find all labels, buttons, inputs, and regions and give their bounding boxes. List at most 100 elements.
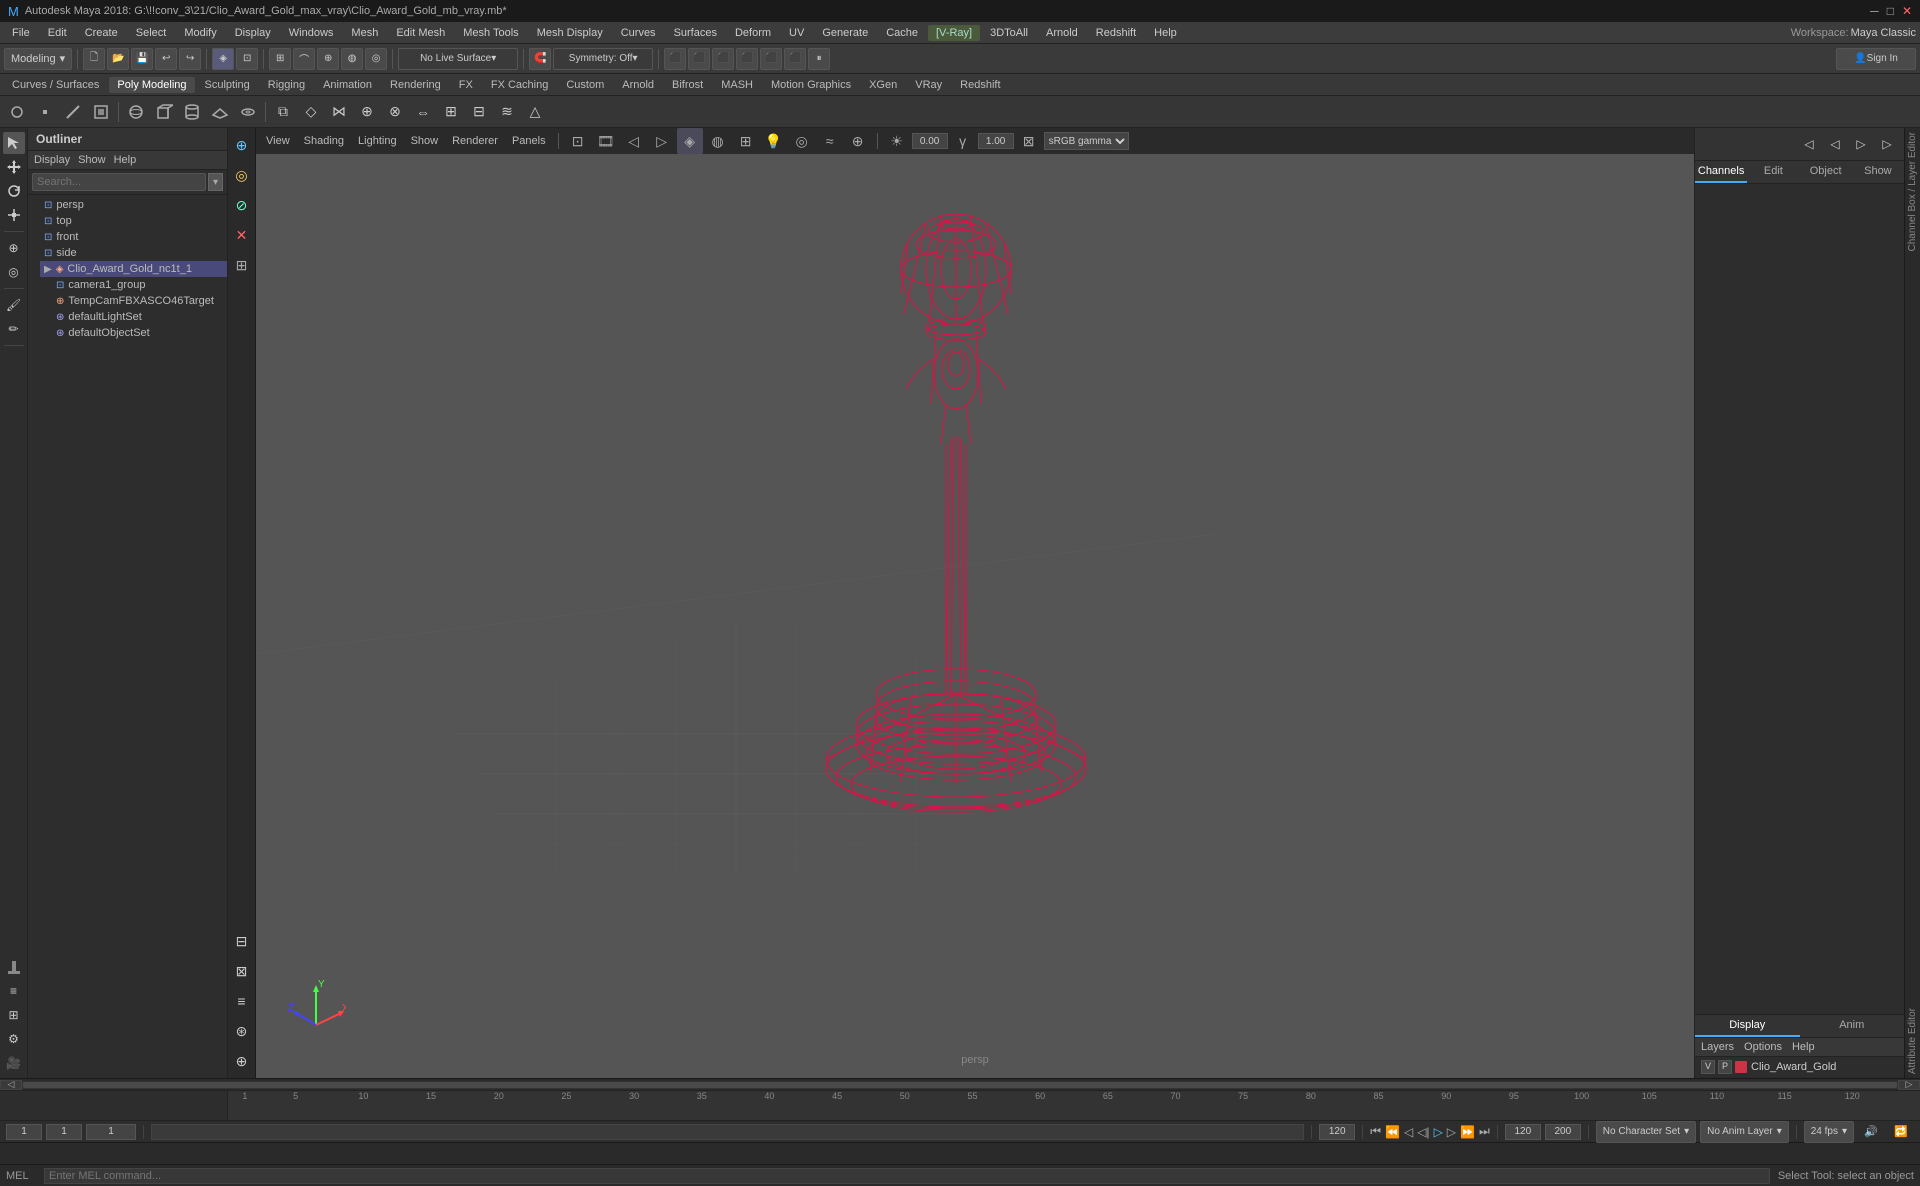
select-tool[interactable] [3, 132, 25, 154]
prev-frame-button[interactable]: ⏪ [1385, 1125, 1400, 1139]
outliner-item-top[interactable]: ⊡ top [40, 213, 227, 229]
max-frame-input[interactable] [1545, 1124, 1581, 1140]
menu-mesh-tools[interactable]: Mesh Tools [455, 25, 526, 41]
tab-mash[interactable]: MASH [713, 77, 761, 93]
triangulate-icon[interactable]: △ [522, 99, 548, 125]
vp-gamma-icon[interactable]: γ [950, 128, 976, 154]
play-back-button[interactable]: ◁| [1417, 1125, 1429, 1139]
rp-tab-edit[interactable]: Edit [1747, 161, 1799, 183]
search-input[interactable] [32, 173, 206, 191]
outliner-item-camera-group[interactable]: ⊡ camera1_group [52, 277, 227, 293]
timeline-scroll-left[interactable]: ◁ [0, 1080, 22, 1090]
tool-icon1[interactable]: ≡ [229, 988, 255, 1014]
radial-icon5[interactable]: ⊞ [229, 252, 255, 278]
outliner-content[interactable]: ⊡ persp ⊡ top ⊡ front ⊡ side ▶ ◈ Cli [28, 195, 227, 1078]
vp-mo-icon[interactable]: ⊕ [845, 128, 871, 154]
menu-generate[interactable]: Generate [814, 25, 876, 41]
range-slider[interactable] [151, 1124, 1304, 1140]
menu-deform[interactable]: Deform [727, 25, 779, 41]
tab-vray[interactable]: VRay [907, 77, 950, 93]
end-frame-input[interactable] [1319, 1124, 1355, 1140]
smooth-icon[interactable]: ≋ [494, 99, 520, 125]
snap-point-button[interactable]: ⊕ [317, 48, 339, 70]
tab-rigging[interactable]: Rigging [260, 77, 313, 93]
undo-button[interactable]: ↩ [155, 48, 177, 70]
minimize-button[interactable]: ─ [1870, 4, 1879, 18]
step-forward-button[interactable]: ▷ [1447, 1125, 1456, 1139]
sign-in-button[interactable]: 👤 Sign In [1836, 48, 1916, 70]
tab-bifrost[interactable]: Bifrost [664, 77, 711, 93]
rp-icon1[interactable]: ◁ [1796, 131, 1822, 157]
radial-icon2[interactable]: ◎ [229, 162, 255, 188]
vp-cam-select-icon[interactable]: ⊡ [565, 128, 591, 154]
channel-box-icon[interactable]: ≡ [3, 980, 25, 1002]
snap-curve-button[interactable]: ⌒ [293, 48, 315, 70]
audio-button[interactable]: 🔊 [1858, 1119, 1884, 1145]
new-scene-button[interactable]: 🗋 [83, 48, 105, 70]
outliner-item-side[interactable]: ⊡ side [40, 245, 227, 261]
tab-curves-surfaces[interactable]: Curves / Surfaces [4, 77, 107, 93]
snap-icon[interactable] [3, 956, 25, 978]
gamma-value-input[interactable] [978, 133, 1014, 149]
boolean-icon[interactable]: ⊗ [382, 99, 408, 125]
mel-input[interactable] [44, 1168, 1770, 1184]
menu-file[interactable]: File [4, 25, 38, 41]
tool-settings-icon[interactable]: ⚙ [3, 1028, 25, 1050]
tab-rendering[interactable]: Rendering [382, 77, 449, 93]
cylinder-icon[interactable] [179, 99, 205, 125]
current-frame-input[interactable] [46, 1124, 82, 1140]
vp-tex-icon[interactable]: ⊞ [733, 128, 759, 154]
tab-sculpting[interactable]: Sculpting [197, 77, 258, 93]
fps-dropdown[interactable]: 24 fps ▾ [1804, 1121, 1854, 1143]
vp-menu-lighting[interactable]: Lighting [352, 133, 403, 149]
timeline-scrollbar[interactable] [22, 1081, 1898, 1089]
render-icon4[interactable]: ⬛ [736, 48, 758, 70]
tab-redshift[interactable]: Redshift [952, 77, 1008, 93]
vp-menu-show[interactable]: Show [405, 133, 445, 149]
tool-icon3[interactable]: ⊕ [229, 1048, 255, 1074]
menu-mesh-display[interactable]: Mesh Display [529, 25, 611, 41]
bridge-icon[interactable]: ⋈ [326, 99, 352, 125]
redo-button[interactable]: ↪ [179, 48, 201, 70]
universal-manip-tool[interactable]: ⊕ [3, 237, 25, 259]
radial-icon4[interactable]: ✕ [229, 222, 255, 248]
rp-sub-tab-display[interactable]: Display [1695, 1015, 1800, 1037]
menu-uv[interactable]: UV [781, 25, 812, 41]
vp-smooth-icon[interactable]: ◍ [705, 128, 731, 154]
open-button[interactable]: 📂 [107, 48, 129, 70]
separate-icon[interactable]: ⊟ [466, 99, 492, 125]
viewport-canvas[interactable]: Y X Z persp [256, 154, 1694, 1078]
grid-size-icon[interactable]: ⊟ [229, 928, 255, 954]
vp-prev-frame-icon[interactable]: ◁ [621, 128, 647, 154]
face-mode-icon[interactable] [88, 99, 114, 125]
rp-tab-show[interactable]: Show [1852, 161, 1904, 183]
menu-arnold[interactable]: Arnold [1038, 25, 1086, 41]
vp-menu-view[interactable]: View [260, 133, 296, 149]
render-icon6[interactable]: ⬛ [784, 48, 806, 70]
menu-modify[interactable]: Modify [176, 25, 224, 41]
vp-shad-icon[interactable]: ◎ [789, 128, 815, 154]
outliner-item-objectset[interactable]: ⊛ defaultObjectSet [52, 325, 227, 341]
loop-button[interactable]: 🔁 [1888, 1119, 1914, 1145]
select-tool-button[interactable]: ◈ [212, 48, 234, 70]
outliner-item-persp[interactable]: ⊡ persp [40, 197, 227, 213]
menu-select[interactable]: Select [128, 25, 175, 41]
vp-wireframe-icon[interactable]: ◈ [677, 128, 703, 154]
vp-light-icon[interactable]: 💡 [761, 128, 787, 154]
snap-surface-button[interactable]: ◍ [341, 48, 363, 70]
go-to-start-button[interactable]: ⏮ [1370, 1124, 1381, 1139]
symmetry-button[interactable]: Symmetry: Off ▾ [553, 48, 653, 70]
menu-create[interactable]: Create [77, 25, 126, 41]
menu-curves[interactable]: Curves [613, 25, 664, 41]
go-to-end-button[interactable]: ⏭ [1479, 1124, 1490, 1139]
timeline-scrollbar-thumb[interactable] [23, 1082, 1897, 1088]
rp-tab-channels[interactable]: Channels [1695, 161, 1747, 183]
vp-menu-renderer[interactable]: Renderer [446, 133, 504, 149]
outliner-menu-show[interactable]: Show [78, 154, 106, 166]
outliner-item-front[interactable]: ⊡ front [40, 229, 227, 245]
tab-motion-graphics[interactable]: Motion Graphics [763, 77, 859, 93]
snap-grid-button[interactable]: ⊞ [269, 48, 291, 70]
no-anim-layer-dropdown[interactable]: No Anim Layer ▾ [1700, 1121, 1789, 1143]
vp-film-icon[interactable]: 🎞 [593, 128, 619, 154]
search-options-button[interactable]: ▾ [208, 173, 223, 191]
